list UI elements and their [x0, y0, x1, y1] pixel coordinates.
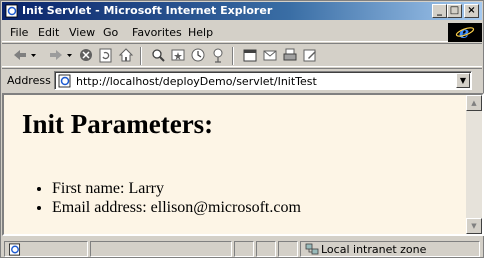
- toolbar-divider: [232, 47, 234, 65]
- scroll-down-button[interactable]: ▼: [466, 218, 482, 234]
- maximize-button[interactable]: □: [447, 4, 462, 18]
- toolbar-divider: [140, 47, 142, 65]
- address-input[interactable]: http://localhost/deployDemo/servlet/Init…: [54, 71, 472, 90]
- status-main: [4, 241, 88, 257]
- ie-page-icon: [9, 243, 21, 256]
- vertical-scrollbar[interactable]: ▲ ▼: [466, 95, 482, 234]
- toolbar: [2, 43, 482, 67]
- address-label: Address: [7, 74, 51, 87]
- close-button[interactable]: ×: [464, 4, 479, 18]
- search-icon[interactable]: [150, 47, 166, 64]
- status-panel: [90, 241, 232, 257]
- browser-window: Init Servlet - Microsoft Internet Explor…: [0, 0, 484, 258]
- menu-bar: File Edit View Go Favorites Help e: [2, 22, 482, 42]
- zone-panel: Local intranet zone: [300, 241, 480, 257]
- channels-icon[interactable]: [210, 47, 226, 64]
- stop-icon[interactable]: [78, 47, 94, 64]
- zone-label: Local intranet zone: [321, 243, 427, 256]
- menu-help[interactable]: Help: [188, 26, 213, 39]
- web-page: Init Parameters: First name: Larry Email…: [4, 95, 466, 234]
- history-icon[interactable]: [190, 47, 206, 64]
- menu-go[interactable]: Go: [103, 26, 118, 39]
- scroll-up-button[interactable]: ▲: [466, 95, 482, 111]
- edit-icon[interactable]: [302, 47, 318, 64]
- ie-page-icon: [5, 4, 18, 18]
- menu-file[interactable]: File: [10, 26, 28, 39]
- parameter-list: First name: Larry Email address: ellison…: [52, 180, 301, 218]
- svg-text:e: e: [459, 23, 469, 42]
- status-panel: [278, 241, 298, 257]
- ie-logo: e: [448, 23, 482, 42]
- status-panel: [256, 241, 276, 257]
- list-item: Email address: ellison@microsoft.com: [52, 199, 301, 217]
- menu-edit[interactable]: Edit: [38, 26, 59, 39]
- home-icon[interactable]: [118, 47, 134, 64]
- page-heading: Init Parameters:: [22, 109, 214, 139]
- status-panel: [234, 241, 254, 257]
- status-bar: Local intranet zone: [2, 239, 482, 257]
- back-button[interactable]: [12, 47, 38, 64]
- address-dropdown-button[interactable]: ▼: [456, 73, 470, 88]
- refresh-icon[interactable]: [98, 47, 114, 64]
- favorites-icon[interactable]: [170, 47, 186, 64]
- menu-favorites[interactable]: Favorites: [132, 26, 182, 39]
- title-bar[interactable]: Init Servlet - Microsoft Internet Explor…: [2, 2, 482, 20]
- intranet-zone-icon: [305, 243, 319, 255]
- list-item: First name: Larry: [52, 180, 301, 198]
- ie-page-icon: [58, 74, 71, 88]
- content-area: Init Parameters: First name: Larry Email…: [2, 93, 484, 236]
- address-bar: Address http://localhost/deployDemo/serv…: [2, 68, 482, 91]
- menu-view[interactable]: View: [69, 26, 95, 39]
- forward-button[interactable]: [48, 47, 74, 64]
- minimize-button[interactable]: _: [432, 4, 447, 18]
- fullscreen-icon[interactable]: [242, 47, 258, 64]
- window-title: Init Servlet - Microsoft Internet Explor…: [22, 4, 273, 17]
- address-url: http://localhost/deployDemo/servlet/Init…: [76, 75, 317, 88]
- mail-icon[interactable]: [262, 47, 278, 64]
- print-icon[interactable]: [282, 47, 298, 64]
